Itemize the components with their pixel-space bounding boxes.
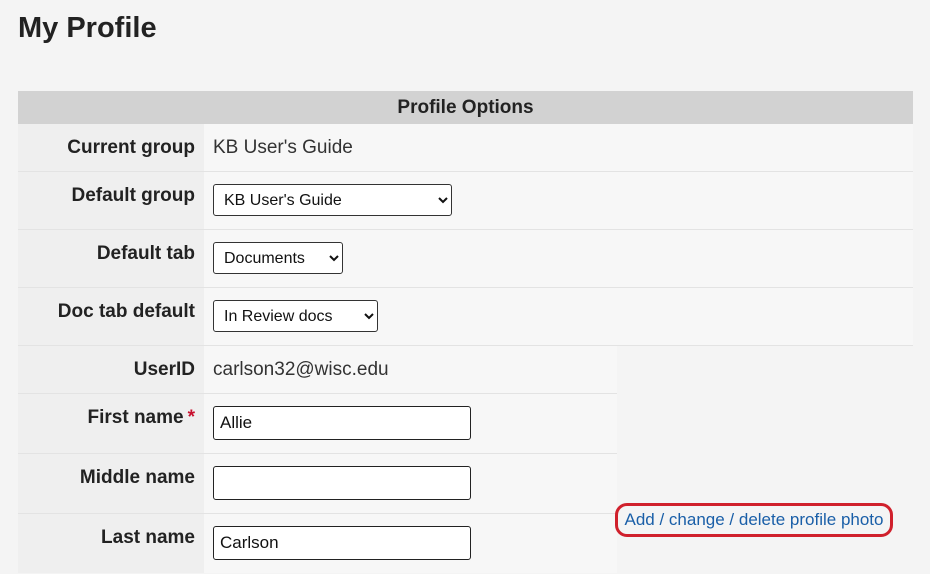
- last-name-cell: [204, 514, 617, 573]
- row-last-name: Last name: [18, 514, 617, 573]
- userid-value: carlson32@wisc.edu: [204, 346, 617, 393]
- last-name-label: Last name: [18, 514, 204, 573]
- profile-photo-link[interactable]: Add / change / delete profile photo: [625, 510, 884, 530]
- first-name-label: First name: [87, 407, 184, 428]
- row-middle-name: Middle name: [18, 454, 617, 514]
- default-tab-select[interactable]: Documents: [213, 242, 343, 274]
- page-title: My Profile: [18, 12, 157, 44]
- first-name-cell: [204, 394, 617, 453]
- row-doc-tab-default: Doc tab default In Review docs: [18, 288, 913, 346]
- default-tab-cell: Documents: [204, 230, 913, 287]
- current-group-value: KB User's Guide: [204, 124, 913, 171]
- default-group-label: Default group: [18, 172, 204, 229]
- doc-tab-default-cell: In Review docs: [204, 288, 913, 345]
- row-default-group: Default group KB User's Guide: [18, 172, 913, 230]
- doc-tab-default-select[interactable]: In Review docs: [213, 300, 378, 332]
- userid-label: UserID: [18, 346, 204, 393]
- last-name-input[interactable]: [213, 526, 471, 560]
- required-asterisk: *: [187, 407, 195, 428]
- row-first-name: First name *: [18, 394, 617, 454]
- first-name-input[interactable]: [213, 406, 471, 440]
- middle-name-cell: [204, 454, 617, 513]
- profile-options-table: Profile Options Current group KB User's …: [18, 91, 913, 573]
- default-group-select[interactable]: KB User's Guide: [213, 184, 452, 216]
- doc-tab-default-label: Doc tab default: [18, 288, 204, 345]
- first-name-label-cell: First name *: [18, 394, 204, 453]
- profile-page: My Profile Profile Options Current group…: [0, 0, 930, 574]
- table-header: Profile Options: [18, 91, 913, 124]
- default-group-cell: KB User's Guide: [204, 172, 913, 229]
- current-group-label: Current group: [18, 124, 204, 171]
- row-default-tab: Default tab Documents: [18, 230, 913, 288]
- middle-name-label: Middle name: [18, 454, 204, 513]
- default-tab-label: Default tab: [18, 230, 204, 287]
- middle-name-input[interactable]: [213, 466, 471, 500]
- row-current-group: Current group KB User's Guide: [18, 124, 913, 172]
- row-userid: UserID carlson32@wisc.edu: [18, 346, 617, 394]
- profile-photo-highlight: Add / change / delete profile photo: [615, 503, 893, 537]
